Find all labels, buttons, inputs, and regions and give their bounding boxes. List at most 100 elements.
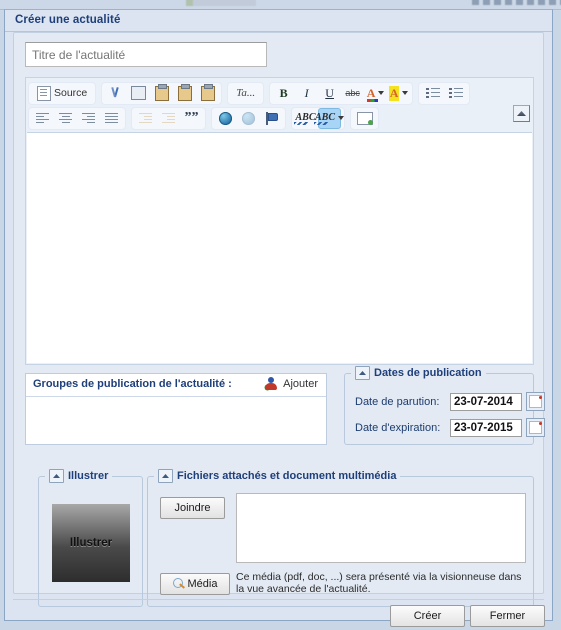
toolbar-group-document: Source xyxy=(28,81,97,105)
scayt-icon: ABC xyxy=(313,112,336,125)
align-left-icon xyxy=(36,112,49,124)
highlight-color-icon: A xyxy=(388,85,400,101)
publication-dates-legend: Dates de publication xyxy=(351,366,486,380)
background-ghost-left xyxy=(186,0,256,6)
paste-text-button[interactable] xyxy=(174,83,195,103)
paste-icon xyxy=(154,83,169,101)
editor-toolbar-row-1: Source Ta... B I U abc A A xyxy=(28,81,531,105)
copy-icon xyxy=(131,86,147,100)
toolbar-group-lists xyxy=(418,81,471,105)
collapse-icon[interactable] xyxy=(49,469,64,483)
collapse-icon[interactable] xyxy=(355,366,370,380)
media-label: Média xyxy=(187,578,218,590)
spellcheck-button[interactable]: ABC xyxy=(294,109,316,128)
date-expiration-row: Date d'expiration: xyxy=(355,418,545,437)
strikethrough-button[interactable]: abc xyxy=(342,84,363,103)
bold-button[interactable]: B xyxy=(273,84,294,103)
align-right-button[interactable] xyxy=(78,109,99,128)
paste-text-icon xyxy=(177,83,192,101)
unordered-list-icon xyxy=(448,87,463,99)
paste-button[interactable] xyxy=(151,83,172,103)
date-expiration-input[interactable] xyxy=(450,418,522,437)
editor-toolbar-row-2: ”” ABC ABC xyxy=(28,106,531,130)
create-button[interactable]: Créer xyxy=(390,605,465,627)
paste-word-icon xyxy=(200,83,215,101)
close-button[interactable]: Fermer xyxy=(470,605,545,627)
add-user-icon xyxy=(264,377,279,391)
page-break-button[interactable] xyxy=(354,109,375,128)
scayt-button[interactable]: ABC xyxy=(313,107,345,129)
toolbar-group-basicstyles: B I U abc A A xyxy=(269,81,414,105)
chevron-down-icon xyxy=(378,91,385,95)
align-justify-icon xyxy=(105,112,118,124)
align-justify-button[interactable] xyxy=(101,109,122,128)
toolbar-group-insert xyxy=(350,106,379,130)
toolbar-group-format: Ta... xyxy=(227,81,265,105)
date-parution-input[interactable] xyxy=(450,392,522,411)
align-center-icon xyxy=(59,112,72,124)
toolbar-group-spellcheck: ABC ABC xyxy=(291,106,345,130)
format-dropdown-icon: Ta... xyxy=(236,87,256,99)
toolbar-group-links xyxy=(211,106,286,130)
add-group-button[interactable]: Ajouter xyxy=(264,377,318,391)
copy-button[interactable] xyxy=(128,84,149,103)
publication-groups-list[interactable] xyxy=(26,397,326,445)
collapse-toolbar-icon xyxy=(517,111,526,116)
collapse-toolbar-button[interactable] xyxy=(513,105,530,122)
outdent-icon xyxy=(139,112,152,124)
date-expiration-label: Date d'expiration: xyxy=(355,421,441,434)
link-button[interactable] xyxy=(215,109,236,128)
create-news-dialog: Créer une actualité Source xyxy=(4,9,553,627)
illustrer-legend-label: Illustrer xyxy=(68,470,109,482)
chevron-down-icon xyxy=(338,116,345,120)
attached-files-legend: Fichiers attachés et document multimédia xyxy=(154,469,401,483)
bulleted-list-button[interactable] xyxy=(445,84,466,103)
news-title-input[interactable] xyxy=(25,42,267,67)
text-color-icon: A xyxy=(366,85,378,102)
strikethrough-icon: abc xyxy=(345,88,360,98)
calendar-icon[interactable] xyxy=(526,392,545,411)
italic-icon: I xyxy=(304,85,309,100)
footer-divider xyxy=(13,599,544,600)
calendar-icon[interactable] xyxy=(526,418,545,437)
outdent-button[interactable] xyxy=(135,109,156,128)
scissors-icon xyxy=(109,87,122,100)
numbered-list-button[interactable] xyxy=(422,84,443,103)
dialog-title: Créer une actualité xyxy=(15,14,121,26)
paste-word-button[interactable] xyxy=(197,83,218,103)
anchor-button[interactable] xyxy=(261,109,282,128)
attached-files-legend-label: Fichiers attachés et document multimédia xyxy=(177,470,397,482)
publication-groups-title: Groupes de publication de l'actualité : xyxy=(33,378,232,390)
unlink-globe-icon xyxy=(242,111,255,125)
source-button[interactable]: Source xyxy=(32,84,92,103)
collapse-icon[interactable] xyxy=(158,469,173,483)
magnifier-icon xyxy=(172,578,185,590)
media-button[interactable]: Média xyxy=(160,573,230,595)
illustrer-image-button[interactable]: Illustrer xyxy=(52,504,130,582)
indent-button[interactable] xyxy=(158,109,179,128)
underline-button[interactable]: U xyxy=(319,84,340,103)
indent-icon xyxy=(162,112,175,124)
blockquote-button[interactable]: ”” xyxy=(181,109,202,128)
text-color-button[interactable]: A xyxy=(365,84,386,103)
attached-files-list[interactable] xyxy=(236,493,526,563)
underline-icon: U xyxy=(325,85,334,100)
align-left-button[interactable] xyxy=(32,109,53,128)
italic-button[interactable]: I xyxy=(296,84,317,103)
editor-toolbar: Source Ta... B I U abc A A ”” ABC ABC xyxy=(26,78,533,133)
background-color-button[interactable]: A xyxy=(388,84,409,103)
align-center-button[interactable] xyxy=(55,109,76,128)
source-icon xyxy=(37,85,51,101)
date-parution-row: Date de parution: xyxy=(355,392,545,411)
publication-groups-header: Groupes de publication de l'actualité : … xyxy=(26,374,326,397)
illustrer-fieldset: Illustrer Illustrer xyxy=(38,469,143,607)
joindre-button[interactable]: Joindre xyxy=(160,497,225,519)
unlink-button[interactable] xyxy=(238,109,259,128)
chevron-down-icon xyxy=(402,91,409,95)
anchor-flag-icon xyxy=(266,111,278,125)
cut-button[interactable] xyxy=(105,84,126,103)
format-select[interactable]: Ta... xyxy=(231,84,260,103)
editor-content-area[interactable] xyxy=(27,132,532,363)
toolbar-group-align xyxy=(28,106,126,130)
background-ghost-right xyxy=(472,0,561,5)
